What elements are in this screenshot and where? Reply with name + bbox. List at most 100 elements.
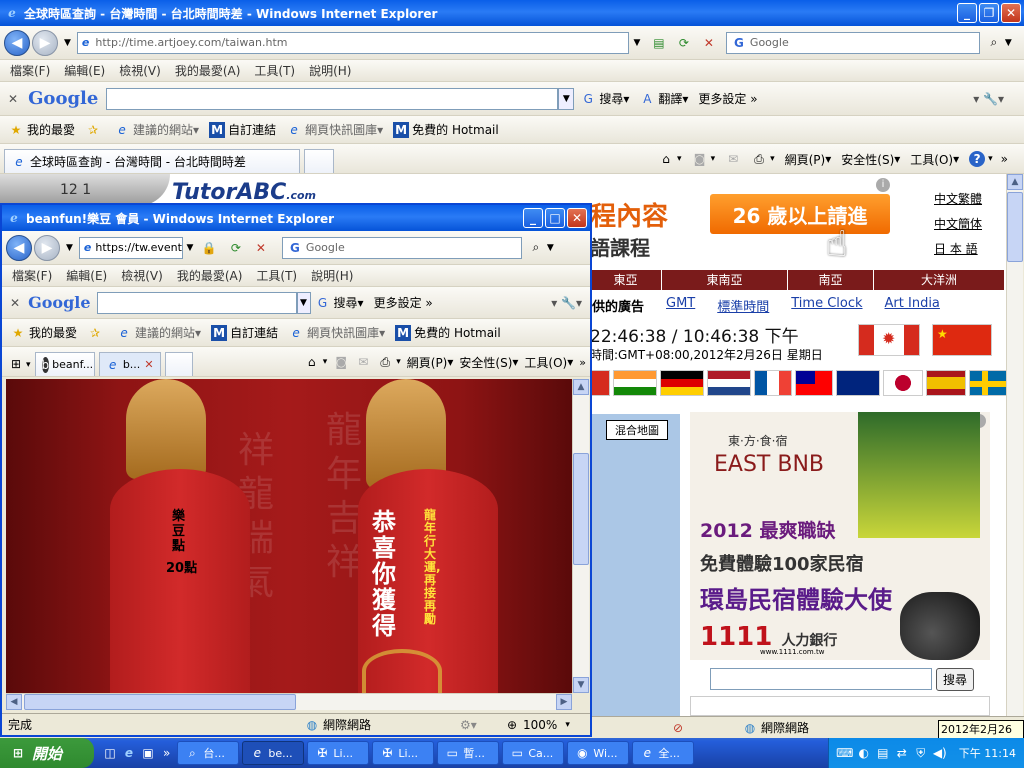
lang-link-traditional[interactable]: 中文繁體 <box>934 190 982 207</box>
add-favorites-button[interactable]: ✰ <box>85 122 104 138</box>
tools-menu[interactable]: 工具(O) ▾ <box>910 151 959 168</box>
scroll-up-button[interactable]: ▲ <box>573 379 589 395</box>
menu-tools[interactable]: 工具(T) <box>254 62 295 79</box>
tab-beanfun-1[interactable]: b beanf... <box>34 352 95 376</box>
flag-spain[interactable] <box>926 370 966 396</box>
refresh-icon[interactable]: ⟳ <box>676 35 692 51</box>
tray-app-icon-2[interactable]: ▤ <box>875 745 891 761</box>
address-input[interactable]: e http://time.artjoey.com/taiwan.htm <box>76 31 629 54</box>
close-toolbar-icon[interactable]: ✕ <box>8 92 18 106</box>
menu-help[interactable]: 說明(H) <box>309 62 351 79</box>
ad-east-bnb[interactable]: i 東·方·食·宿 EAST BNB 2012 最爽職缺 免費體驗100家民宿 … <box>690 412 990 660</box>
web-slice-gallery[interactable]: e 網頁快訊圖庫 ▾ <box>286 121 383 138</box>
print-icon[interactable]: ⎙ <box>751 151 767 167</box>
mail-icon[interactable]: ✉ <box>725 151 741 167</box>
menu-favorites[interactable]: 我的最愛(A) <box>177 267 243 284</box>
favorites-button[interactable]: ★ 我的最愛 <box>8 121 75 138</box>
google-more-settings[interactable]: 更多設定 » <box>374 294 433 311</box>
quicklaunch-desktop-icon[interactable]: ◫ <box>102 745 118 761</box>
flag-netherlands[interactable] <box>707 370 751 396</box>
scroll-left-button[interactable]: ◀ <box>6 694 22 710</box>
front-horizontal-scrollbar[interactable]: ◀ ▶ <box>6 693 572 710</box>
scroll-down-button[interactable]: ▼ <box>573 677 589 693</box>
maximize-button[interactable]: □ <box>545 208 565 228</box>
task-item-3[interactable]: ✠ Li... <box>307 741 370 765</box>
favorites-button[interactable]: ★ 我的最愛 <box>10 324 77 341</box>
safety-menu[interactable]: 安全性(S) ▾ <box>459 354 518 371</box>
menu-view[interactable]: 檢視(V) <box>119 62 161 79</box>
tutorabc-bottom-ad[interactable] <box>690 696 990 716</box>
menu-edit[interactable]: 編輯(E) <box>66 267 107 284</box>
forward-button[interactable]: ▶ <box>34 234 60 261</box>
print-icon[interactable]: ⎙ <box>377 354 393 370</box>
home-icon[interactable]: ⌂ <box>658 151 674 167</box>
site-search-button[interactable]: 搜尋 <box>936 667 975 691</box>
search-dropdown-icon[interactable]: ▼ <box>1005 38 1012 48</box>
address-input[interactable]: e https://tw.event.b <box>78 236 183 259</box>
refresh-icon[interactable]: ⟳ <box>228 240 244 256</box>
compat-view-icon[interactable]: ▤ <box>651 35 667 51</box>
page-menu[interactable]: 網頁(P) ▾ <box>785 151 832 168</box>
menu-edit[interactable]: 編輯(E) <box>64 62 105 79</box>
google-translate-button[interactable]: A 翻譯 ▾ <box>639 90 688 107</box>
menu-help[interactable]: 說明(H) <box>311 267 353 284</box>
site-search-input[interactable] <box>710 668 932 690</box>
menu-favorites[interactable]: 我的最愛(A) <box>175 62 241 79</box>
search-input[interactable]: G Google <box>725 31 980 54</box>
google-search-dropdown-icon[interactable]: ▼ <box>558 87 575 110</box>
nav-dropdown-icon[interactable]: ▼ <box>64 38 71 48</box>
close-button[interactable]: ✕ <box>1001 3 1021 23</box>
standard-time-link[interactable]: 標準時間 <box>717 296 769 315</box>
mail-icon[interactable]: ✉ <box>355 354 371 370</box>
hybrid-map-button[interactable]: 混合地圖 <box>606 420 668 440</box>
protected-mode-icon[interactable]: ⚙▾ <box>460 718 477 732</box>
rss-icon[interactable]: ◙ <box>692 151 708 167</box>
google-more-settings[interactable]: 更多設定 » <box>698 90 757 107</box>
google-search-button[interactable]: G 搜尋 ▾ <box>315 294 364 311</box>
stop-icon[interactable]: ✕ <box>701 35 717 51</box>
suggested-sites[interactable]: e 建議的網站 ▾ <box>114 121 199 138</box>
back-button[interactable]: ◀ <box>6 234 32 261</box>
page-menu[interactable]: 網頁(P) ▾ <box>407 354 454 371</box>
region-southeast-asia[interactable]: 東南亞 <box>662 270 788 290</box>
flag-germany[interactable] <box>660 370 704 396</box>
search-dropdown-icon[interactable]: ▼ <box>547 243 554 253</box>
minimize-button[interactable]: _ <box>957 3 977 23</box>
task-item-2[interactable]: e be... <box>242 741 305 765</box>
region-oceania[interactable]: 大洋洲 <box>874 270 1004 290</box>
quicklaunch-ie-icon[interactable]: e <box>121 745 137 761</box>
lock-icon[interactable]: 🔒 <box>201 240 217 256</box>
hotmail-link[interactable]: M 免費的 Hotmail <box>395 324 501 341</box>
flag-japan[interactable] <box>883 370 923 396</box>
task-item-8[interactable]: e 全... <box>632 741 695 765</box>
custom-links[interactable]: M 自訂連結 <box>211 324 278 341</box>
scroll-thumb[interactable] <box>1007 192 1023 262</box>
time-clock-link[interactable]: Time Clock <box>791 296 862 315</box>
web-slice-gallery[interactable]: e 網頁快訊圖庫 ▾ <box>288 324 385 341</box>
task-item-4[interactable]: ✠ Li... <box>372 741 435 765</box>
task-item-7[interactable]: ◉ Wi... <box>567 741 630 765</box>
hotmail-link[interactable]: M 免費的 Hotmail <box>393 121 499 138</box>
menu-tools[interactable]: 工具(T) <box>256 267 297 284</box>
front-vertical-scrollbar[interactable]: ▲ ▼ <box>572 379 589 693</box>
back-vertical-scrollbar[interactable]: ▲ <box>1006 174 1023 716</box>
tools-menu[interactable]: 工具(O) ▾ <box>524 354 573 371</box>
flag-taiwan[interactable] <box>795 370 833 396</box>
wrench-icon[interactable]: ▾ 🔧▾ <box>973 92 1004 106</box>
wrench-icon[interactable]: ▾ 🔧▾ <box>551 296 582 310</box>
region-south-asia[interactable]: 南亞 <box>788 270 874 290</box>
new-tab-button[interactable] <box>304 149 334 173</box>
front-title-bar[interactable]: e beanfun!樂豆 會員 - Windows Internet Explo… <box>2 205 590 231</box>
forward-button[interactable]: ▶ <box>32 29 58 56</box>
flag-china[interactable]: ★ <box>932 324 992 356</box>
help-icon[interactable]: ? <box>969 151 986 167</box>
suggested-sites[interactable]: e 建議的網站 ▾ <box>116 324 201 341</box>
add-favorites-button[interactable]: ✰ <box>87 325 106 341</box>
tab-time-zone[interactable]: e 全球時區查詢 - 台灣時間 - 台北時間時差 <box>4 149 300 173</box>
nav-dropdown-icon[interactable]: ▼ <box>66 243 73 253</box>
quicklaunch-window-icon[interactable]: ▣ <box>140 745 156 761</box>
back-title-bar[interactable]: e 全球時區查詢 - 台灣時間 - 台北時間時差 - Windows Inter… <box>0 0 1024 26</box>
home-icon[interactable]: ⌂ <box>304 354 320 370</box>
search-icon[interactable]: ⌕ <box>986 35 1002 51</box>
task-item-1[interactable]: ⌕ 台... <box>177 741 240 765</box>
